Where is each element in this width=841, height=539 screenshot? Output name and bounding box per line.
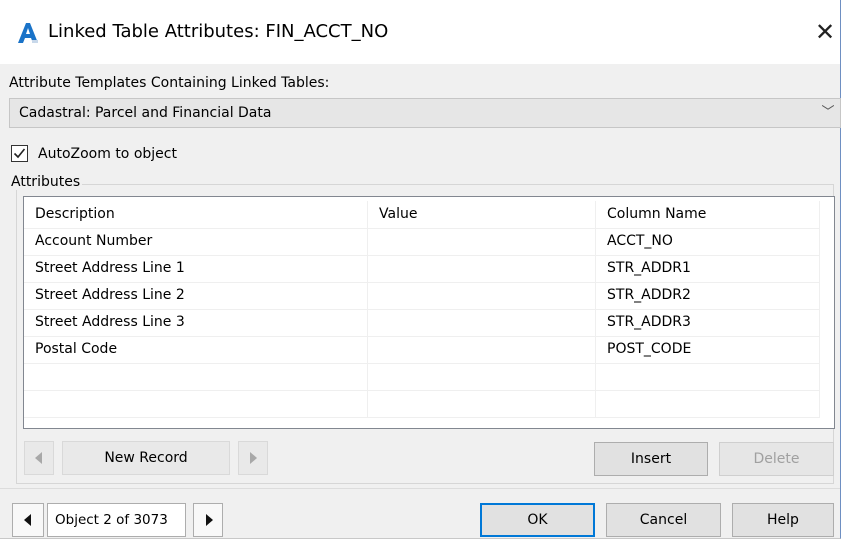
chevron-down-icon: ﹀	[821, 105, 835, 120]
attribute-templates-label: Attribute Templates Containing Linked Ta…	[9, 75, 330, 91]
table-row[interactable]	[24, 390, 820, 418]
attributes-table[interactable]: Description Value Column Name Account Nu…	[23, 196, 835, 429]
table-row[interactable]: Account Number ACCT_NO	[24, 228, 820, 256]
column-name-cell	[596, 390, 820, 417]
ok-button[interactable]: OK	[480, 503, 595, 537]
autozoom-checkbox[interactable]	[11, 145, 28, 162]
table-row[interactable]: Street Address Line 3 STR_ADDR3	[24, 309, 820, 337]
column-name-cell: STR_ADDR3	[596, 309, 820, 336]
description-cell: Street Address Line 2	[24, 282, 368, 309]
close-icon[interactable]: ✕	[810, 16, 840, 48]
value-cell[interactable]	[368, 363, 596, 390]
previous-record-button[interactable]	[24, 441, 54, 475]
column-name-cell: STR_ADDR1	[596, 255, 820, 282]
table-row[interactable]: Street Address Line 1 STR_ADDR1	[24, 255, 820, 283]
object-counter-label: Object 2 of 3073	[55, 512, 168, 528]
description-cell: Postal Code	[24, 336, 368, 363]
triangle-right-icon	[250, 452, 257, 464]
triangle-left-icon	[24, 514, 31, 526]
description-cell	[24, 390, 368, 417]
autocad-a-icon	[16, 21, 40, 45]
column-header-value[interactable]: Value	[368, 201, 596, 228]
checkmark-icon	[13, 148, 26, 159]
column-name-cell: ACCT_NO	[596, 228, 820, 255]
next-object-button[interactable]	[193, 503, 223, 537]
table-header-row: Description Value Column Name	[24, 201, 820, 229]
table-row[interactable]: Postal Code POST_CODE	[24, 336, 820, 364]
description-cell: Street Address Line 1	[24, 255, 368, 282]
footer-divider	[0, 488, 840, 489]
value-cell[interactable]	[368, 255, 596, 282]
delete-button[interactable]: Delete	[719, 442, 834, 476]
attribute-template-dropdown[interactable]: Cadastral: Parcel and Financial Data ﹀	[9, 98, 841, 128]
triangle-right-icon	[206, 514, 213, 526]
value-cell[interactable]	[368, 228, 596, 255]
description-cell	[24, 363, 368, 390]
value-cell[interactable]	[368, 390, 596, 417]
triangle-left-icon	[35, 452, 42, 464]
description-cell: Account Number	[24, 228, 368, 255]
column-name-cell	[596, 363, 820, 390]
value-cell[interactable]	[368, 282, 596, 309]
insert-button[interactable]: Insert	[594, 442, 708, 476]
new-record-indicator: New Record	[62, 441, 230, 475]
linked-table-attributes-dialog: Linked Table Attributes: FIN_ACCT_NO ✕ A…	[0, 0, 841, 539]
value-cell[interactable]	[368, 336, 596, 363]
dropdown-selected-value: Cadastral: Parcel and Financial Data	[19, 105, 272, 121]
table-row[interactable]	[24, 363, 820, 391]
attributes-group-label: Attributes	[9, 174, 83, 190]
cancel-button[interactable]: Cancel	[606, 503, 721, 537]
column-header-column-name[interactable]: Column Name	[596, 201, 820, 228]
object-counter: Object 2 of 3073	[47, 503, 186, 537]
column-name-cell: STR_ADDR2	[596, 282, 820, 309]
help-button[interactable]: Help	[732, 503, 834, 537]
autozoom-label[interactable]: AutoZoom to object	[38, 146, 177, 162]
column-header-description[interactable]: Description	[24, 201, 368, 228]
previous-object-button[interactable]	[12, 503, 44, 537]
description-cell: Street Address Line 3	[24, 309, 368, 336]
table-row[interactable]: Street Address Line 2 STR_ADDR2	[24, 282, 820, 310]
window-title: Linked Table Attributes: FIN_ACCT_NO	[48, 21, 389, 42]
column-name-cell: POST_CODE	[596, 336, 820, 363]
value-cell[interactable]	[368, 309, 596, 336]
next-record-button[interactable]	[238, 441, 268, 475]
title-bar[interactable]: Linked Table Attributes: FIN_ACCT_NO ✕	[0, 0, 840, 64]
new-record-label: New Record	[104, 450, 188, 466]
